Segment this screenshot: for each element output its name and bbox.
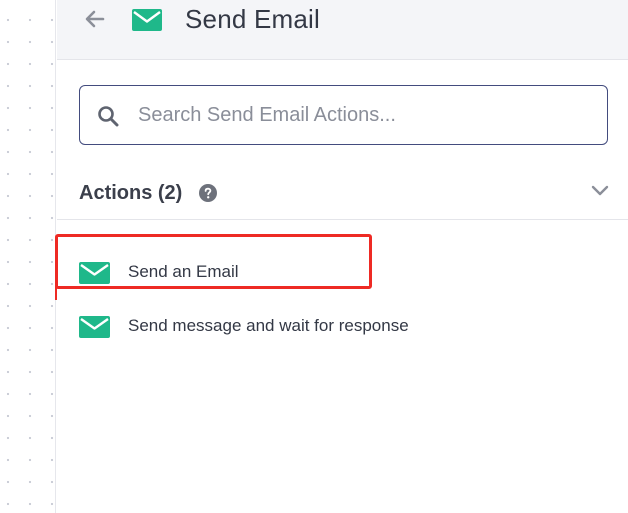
question-circle-icon[interactable] bbox=[199, 184, 217, 202]
panel-header: Send Email bbox=[57, 0, 628, 60]
actions-section-header[interactable]: Actions (2) bbox=[57, 170, 628, 220]
arrow-left-icon bbox=[85, 10, 105, 28]
envelope-icon bbox=[132, 9, 162, 31]
section-title: Actions (2) bbox=[79, 182, 183, 204]
action-selector-panel: Send Email Actions (2) Send an Email bbox=[57, 0, 628, 513]
highlight-annotation-mark bbox=[55, 283, 57, 300]
search-icon bbox=[98, 106, 119, 127]
workflow-canvas bbox=[0, 0, 56, 513]
search-box[interactable] bbox=[79, 85, 608, 145]
action-item-send-and-wait[interactable]: Send message and wait for response bbox=[79, 310, 599, 344]
search-input[interactable] bbox=[138, 101, 588, 129]
envelope-icon bbox=[79, 316, 110, 338]
action-label: Send an Email bbox=[128, 262, 239, 281]
chevron-down-icon[interactable] bbox=[590, 180, 610, 200]
action-label: Send message and wait for response bbox=[128, 316, 409, 335]
action-item-send-email[interactable]: Send an Email bbox=[79, 256, 599, 290]
back-button[interactable] bbox=[79, 5, 111, 33]
envelope-icon bbox=[79, 262, 110, 284]
page-title: Send Email bbox=[185, 4, 320, 34]
